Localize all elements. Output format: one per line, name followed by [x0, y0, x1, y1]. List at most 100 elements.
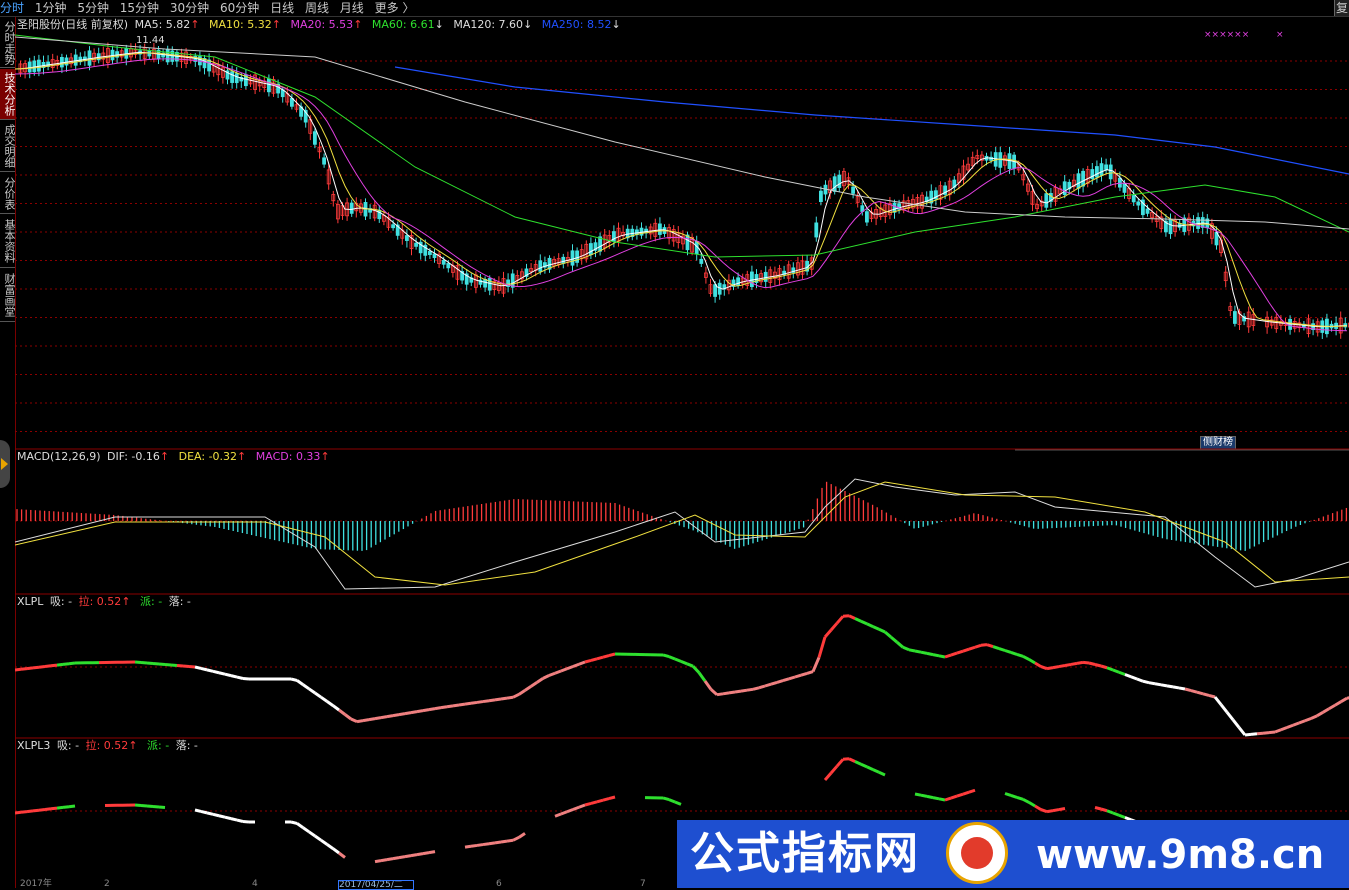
xlpl3-line-segment: [477, 845, 483, 846]
xlpl-line-segment: [1065, 664, 1071, 665]
xlpl-line-segment: [525, 686, 531, 690]
xlpl3-line-segment: [159, 807, 165, 808]
xlpl-line-segment: [51, 665, 57, 666]
tab-5min[interactable]: 5分钟: [77, 0, 109, 16]
sidebar-tab-technical[interactable]: 技术分析: [0, 69, 15, 120]
xlpl-line-segment: [1191, 691, 1197, 693]
xlpl-line-segment: [987, 645, 993, 647]
candle: [750, 272, 753, 287]
candle: [714, 285, 717, 297]
xlpl-line-segment: [495, 699, 501, 700]
xlpl3-line-segment: [1011, 795, 1017, 797]
sidebar-tab-detail[interactable]: 成交明细: [0, 121, 15, 172]
tab-weekly[interactable]: 周线: [305, 0, 329, 16]
sidebar-tab-profile[interactable]: 基本资料: [0, 215, 15, 268]
xlpl-line-segment: [597, 657, 603, 659]
tab-more[interactable]: 更多 〉: [375, 0, 415, 16]
xlpl-line-segment: [471, 702, 477, 703]
xlpl3-line-segment: [555, 814, 561, 816]
candle: [433, 254, 436, 258]
sidebar-tab-finance[interactable]: 财富画堂: [0, 269, 15, 322]
xlpl3-line-segment: [849, 759, 855, 762]
xlpl-line-segment: [225, 674, 231, 675]
xlpl-line-segment: [1341, 698, 1347, 702]
xlpl3-line-segment: [843, 759, 849, 760]
xlpl-line-segment: [993, 647, 999, 649]
tab-fenshi[interactable]: 分时: [0, 0, 24, 16]
tab-15min[interactable]: 15分钟: [120, 0, 159, 16]
stock-chart-canvas[interactable]: [15, 17, 1349, 888]
candle: [74, 55, 77, 65]
candle: [405, 236, 408, 241]
xlpl-line-segment: [153, 664, 159, 665]
xlpl-line-segment: [1137, 679, 1143, 681]
xlpl-line-segment: [375, 718, 381, 719]
tab-monthly[interactable]: 月线: [340, 0, 364, 16]
xlpl3-line-segment: [1101, 809, 1107, 811]
xlpl-line-segment: [405, 713, 411, 714]
xlpl-line-segment: [15, 669, 21, 670]
xlpl3-line-segment: [483, 844, 489, 845]
xlpl3-line-segment: [21, 812, 27, 813]
xlpl-line-segment: [135, 662, 141, 663]
sidebar-tab-price-table[interactable]: 分价表: [0, 173, 15, 214]
tab-daily[interactable]: 日线: [270, 0, 294, 16]
xlpl-line-segment: [1329, 705, 1335, 709]
xlpl-line-segment: [1179, 688, 1185, 689]
sidebar-toggle-icon[interactable]: [0, 440, 10, 488]
xlpl-line-segment: [1155, 684, 1161, 685]
tab-60min[interactable]: 60分钟: [220, 0, 259, 16]
sidebar-tab-fenshi[interactable]: 分时走势: [0, 19, 15, 68]
xlpl3-line-segment: [411, 855, 417, 856]
xlpl-line-segment: [1017, 654, 1023, 656]
xlpl3-line-segment: [1005, 794, 1011, 796]
xlpl3-line-segment: [513, 837, 519, 840]
xlpl-line-segment: [669, 657, 675, 659]
xlpl-line-segment: [1335, 702, 1341, 706]
xlpl3-line-segment: [945, 798, 951, 800]
xlpl-line-segment: [699, 673, 705, 681]
xlpl3-line-segment: [387, 859, 393, 860]
xlpl-line-segment: [807, 672, 813, 674]
xlpl-line-segment: [63, 664, 69, 665]
candle: [1105, 165, 1108, 170]
candle: [819, 191, 822, 201]
xlpl-line-segment: [957, 651, 963, 653]
candle: [1132, 196, 1135, 202]
xlpl-line-segment: [1209, 695, 1215, 697]
xlpl-line-segment: [393, 715, 399, 716]
watermark-title: 公式指标网: [690, 826, 920, 882]
xlpl-line-segment: [819, 637, 825, 657]
axis-label-month: 4: [252, 880, 258, 888]
xlpl-line-segment: [333, 706, 339, 710]
candle: [447, 263, 450, 267]
xlpl-line-segment: [1317, 712, 1323, 716]
watermark-logo-icon: [946, 822, 1008, 884]
xlpl3-line-segment: [837, 759, 843, 766]
candle: [571, 251, 574, 265]
xlpl-line-segment: [675, 659, 681, 661]
xlpl-line-segment: [381, 717, 387, 718]
xlpl3-line-segment: [417, 854, 423, 855]
xlpl-line-segment: [1323, 709, 1329, 713]
tab-1min[interactable]: 1分钟: [35, 0, 67, 16]
xlpl3-line-segment: [969, 790, 975, 792]
xlpl-line-segment: [759, 686, 765, 688]
xlpl-line-segment: [1059, 666, 1065, 667]
xlpl-line-segment: [351, 719, 357, 722]
xlpl-line-segment: [1101, 666, 1107, 668]
xlpl3-line-segment: [495, 842, 501, 843]
watermark-url: www.9m8.cn: [1036, 830, 1324, 880]
ma20-line: [15, 59, 1347, 331]
candle: [415, 243, 418, 246]
xlpl-line-segment: [687, 664, 693, 666]
restore-button[interactable]: 复: [1334, 0, 1349, 16]
xlpl-line-segment: [33, 667, 39, 668]
xlpl-line-segment: [705, 681, 711, 689]
xlpl-line-segment: [507, 697, 513, 698]
candle: [852, 187, 855, 193]
tab-30min[interactable]: 30分钟: [170, 0, 209, 16]
axis-label-month: 2: [104, 880, 110, 888]
xlpl3-line-segment: [567, 810, 573, 812]
xlpl3-line-segment: [1047, 811, 1053, 812]
